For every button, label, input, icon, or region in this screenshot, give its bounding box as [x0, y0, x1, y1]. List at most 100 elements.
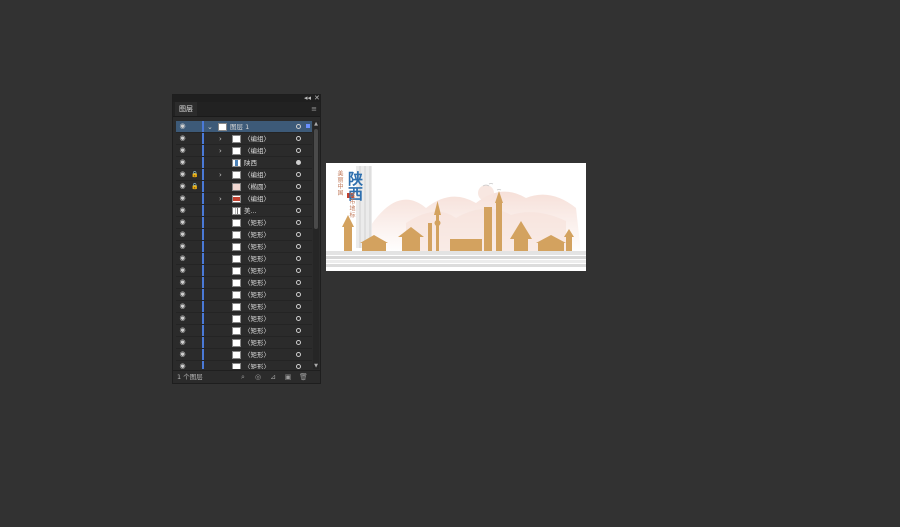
- target-circle-icon[interactable]: [296, 328, 301, 333]
- target-circle-icon[interactable]: [296, 196, 301, 201]
- layer-name[interactable]: 〈矩形〉: [244, 265, 270, 277]
- visibility-eye-icon[interactable]: ◉: [178, 123, 187, 130]
- layer-name[interactable]: 〈矩形〉: [244, 301, 270, 313]
- artboard[interactable]: 美丽中国 陕西 城市地标: [326, 163, 586, 271]
- layer-name[interactable]: 〈矩形〉: [244, 361, 270, 369]
- expand-chevron-icon[interactable]: ›: [219, 194, 222, 204]
- layer-name[interactable]: 〈编组〉: [244, 169, 270, 181]
- layer-name[interactable]: 〈编组〉: [244, 145, 270, 157]
- layer-name[interactable]: 〈矩形〉: [244, 277, 270, 289]
- scroll-thumb[interactable]: [314, 129, 318, 229]
- visibility-eye-icon[interactable]: ◉: [178, 183, 187, 190]
- target-circle-icon[interactable]: [296, 208, 301, 213]
- lock-icon[interactable]: [191, 291, 198, 298]
- create-sublayer-icon[interactable]: ⊿: [269, 373, 277, 381]
- lock-icon[interactable]: [191, 231, 198, 238]
- layer-row[interactable]: ◉ 美...: [176, 205, 312, 217]
- visibility-eye-icon[interactable]: ◉: [178, 207, 187, 214]
- scroll-down-arrow-icon[interactable]: ▼: [313, 363, 319, 369]
- target-circle-icon[interactable]: [296, 160, 301, 165]
- visibility-eye-icon[interactable]: ◉: [178, 171, 187, 178]
- layer-name[interactable]: 〈矩形〉: [244, 241, 270, 253]
- layer-name[interactable]: 图层 1: [230, 121, 249, 133]
- target-circle-icon[interactable]: [296, 244, 301, 249]
- target-circle-icon[interactable]: [296, 364, 301, 369]
- lock-icon[interactable]: [191, 303, 198, 310]
- visibility-eye-icon[interactable]: ◉: [178, 159, 187, 166]
- lock-icon[interactable]: [191, 243, 198, 250]
- lock-icon[interactable]: 🔒: [191, 183, 198, 190]
- layer-name[interactable]: 〈矩形〉: [244, 229, 270, 241]
- lock-icon[interactable]: [191, 339, 198, 346]
- delete-icon[interactable]: 🗑: [299, 373, 308, 381]
- locate-object-icon[interactable]: ⌕: [239, 373, 247, 381]
- layer-row[interactable]: ◉ › 〈编组〉: [176, 145, 312, 157]
- layer-row[interactable]: ◉ 🔒 › 〈编组〉: [176, 169, 312, 181]
- make-clipping-mask-icon[interactable]: ◎: [254, 373, 262, 381]
- panel-title-bar[interactable]: ◂◂ ✕: [173, 94, 320, 102]
- visibility-eye-icon[interactable]: ◉: [178, 243, 187, 250]
- expand-chevron-icon[interactable]: ›: [219, 146, 222, 156]
- lock-icon[interactable]: [191, 195, 198, 202]
- target-circle-icon[interactable]: [296, 232, 301, 237]
- lock-icon[interactable]: [191, 279, 198, 286]
- lock-icon[interactable]: 🔒: [191, 171, 198, 178]
- collapse-panel-icon[interactable]: ◂◂: [304, 94, 311, 102]
- visibility-eye-icon[interactable]: ◉: [178, 267, 187, 274]
- visibility-eye-icon[interactable]: ◉: [178, 339, 187, 346]
- layer-name[interactable]: 〈编组〉: [244, 133, 270, 145]
- lock-icon[interactable]: [191, 207, 198, 214]
- selection-indicator[interactable]: [306, 124, 310, 128]
- visibility-eye-icon[interactable]: ◉: [178, 147, 187, 154]
- visibility-eye-icon[interactable]: ◉: [178, 279, 187, 286]
- create-new-layer-icon[interactable]: ▣: [284, 373, 292, 381]
- layer-name[interactable]: 陕西: [244, 157, 257, 169]
- visibility-eye-icon[interactable]: ◉: [178, 231, 187, 238]
- scroll-up-arrow-icon[interactable]: ▲: [313, 121, 319, 127]
- layer-row[interactable]: ◉ › 〈编组〉: [176, 133, 312, 145]
- target-circle-icon[interactable]: [296, 220, 301, 225]
- visibility-eye-icon[interactable]: ◉: [178, 255, 187, 262]
- visibility-eye-icon[interactable]: ◉: [178, 363, 187, 370]
- layer-name[interactable]: 〈矩形〉: [244, 349, 270, 361]
- layer-row[interactable]: ◉ ⌄ 图层 1: [176, 121, 312, 133]
- target-circle-icon[interactable]: [296, 316, 301, 321]
- lock-icon[interactable]: [191, 123, 198, 130]
- target-circle-icon[interactable]: [296, 256, 301, 261]
- layer-row[interactable]: ◉ 〈矩形〉: [176, 349, 312, 361]
- visibility-eye-icon[interactable]: ◉: [178, 291, 187, 298]
- lock-icon[interactable]: [191, 351, 198, 358]
- target-circle-icon[interactable]: [296, 280, 301, 285]
- layer-name[interactable]: 〈矩形〉: [244, 289, 270, 301]
- collapse-chevron-icon[interactable]: ⌄: [207, 122, 213, 132]
- layer-row[interactable]: ◉ 〈矩形〉: [176, 325, 312, 337]
- layer-row[interactable]: ◉ 🔒 〈椭圆〉: [176, 181, 312, 193]
- target-circle-icon[interactable]: [296, 340, 301, 345]
- layer-row[interactable]: ◉ 〈矩形〉: [176, 253, 312, 265]
- close-panel-icon[interactable]: ✕: [314, 94, 320, 102]
- lock-icon[interactable]: [191, 255, 198, 262]
- layer-row[interactable]: ◉ 〈矩形〉: [176, 337, 312, 349]
- tab-layers[interactable]: 图层: [175, 102, 197, 116]
- target-circle-icon[interactable]: [296, 148, 301, 153]
- visibility-eye-icon[interactable]: ◉: [178, 135, 187, 142]
- expand-chevron-icon[interactable]: ›: [219, 170, 222, 180]
- layer-row[interactable]: ◉ 〈矩形〉: [176, 361, 312, 369]
- panel-menu-icon[interactable]: ≡: [311, 105, 317, 113]
- layer-name[interactable]: 美...: [244, 205, 257, 217]
- lock-icon[interactable]: [191, 363, 198, 369]
- target-circle-icon[interactable]: [296, 292, 301, 297]
- layer-row[interactable]: ◉ 〈矩形〉: [176, 313, 312, 325]
- layers-scrollbar[interactable]: ▲ ▼: [313, 121, 319, 369]
- target-circle-icon[interactable]: [296, 172, 301, 177]
- lock-icon[interactable]: [191, 315, 198, 322]
- layer-name[interactable]: 〈编组〉: [244, 193, 270, 205]
- layer-name[interactable]: 〈矩形〉: [244, 337, 270, 349]
- lock-icon[interactable]: [191, 327, 198, 334]
- visibility-eye-icon[interactable]: ◉: [178, 327, 187, 334]
- layer-row[interactable]: ◉ 〈矩形〉: [176, 229, 312, 241]
- visibility-eye-icon[interactable]: ◉: [178, 219, 187, 226]
- layer-row[interactable]: ◉ 〈矩形〉: [176, 277, 312, 289]
- layer-name[interactable]: 〈矩形〉: [244, 313, 270, 325]
- visibility-eye-icon[interactable]: ◉: [178, 195, 187, 202]
